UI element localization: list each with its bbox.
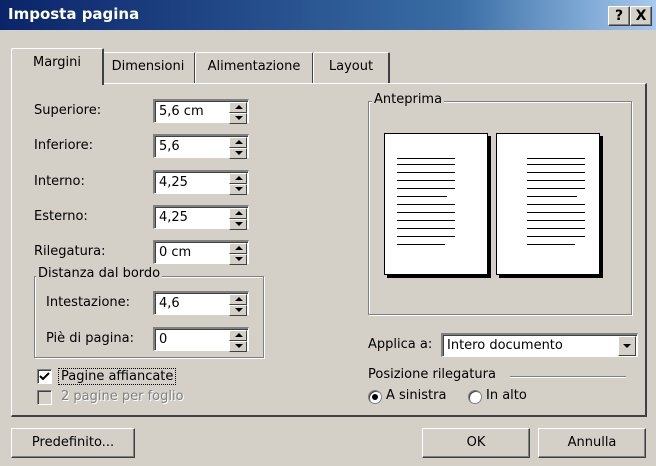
- pie-value: 0: [159, 332, 168, 347]
- tab-layout-label: Layout: [328, 59, 374, 74]
- intestazione-label: Intestazione:: [46, 295, 131, 310]
- tab-layout[interactable]: Layout: [313, 52, 390, 83]
- superiore-value: 5,6 cm: [159, 104, 204, 119]
- due-pagine-checkbox: [37, 390, 52, 405]
- spin-down-icon[interactable]: [229, 341, 247, 352]
- tab-alimentazione-label: Alimentazione: [207, 59, 301, 74]
- interno-label: Interno:: [34, 174, 85, 189]
- tab-alimentazione[interactable]: Alimentazione: [195, 52, 314, 83]
- applica-value: Intero documento: [447, 338, 563, 353]
- tab-dimensioni-label: Dimensioni: [111, 59, 185, 74]
- sinistra-label[interactable]: A sinistra: [386, 388, 446, 403]
- spin-up-icon[interactable]: [229, 208, 247, 219]
- predefinito-button[interactable]: Predefinito...: [11, 428, 135, 458]
- spin-down-icon[interactable]: [229, 219, 247, 230]
- inferiore-value: 5,6: [159, 139, 180, 154]
- spin-up-icon[interactable]: [229, 243, 247, 254]
- spin-up-icon[interactable]: [229, 173, 247, 184]
- window-title: Imposta pagina: [8, 5, 140, 23]
- tab-margini[interactable]: Margini: [11, 48, 104, 85]
- check-icon: [39, 372, 50, 381]
- rilegatura-value: 0 cm: [159, 245, 192, 260]
- intestazione-field[interactable]: 4,6: [153, 291, 249, 316]
- tab-dimensioni[interactable]: Dimensioni: [101, 52, 196, 83]
- interno-spinner[interactable]: [229, 173, 247, 195]
- annulla-button[interactable]: Annulla: [538, 428, 646, 458]
- spin-up-icon[interactable]: [229, 294, 247, 305]
- superiore-spinner[interactable]: [229, 102, 247, 124]
- radio-alto[interactable]: [468, 390, 482, 404]
- intestazione-spinner[interactable]: [229, 294, 247, 316]
- tab-margini-label: Margini: [32, 55, 81, 70]
- spin-down-icon[interactable]: [229, 254, 247, 265]
- preview-page-right: [496, 133, 600, 275]
- spin-down-icon[interactable]: [229, 305, 247, 316]
- due-pagine-label: 2 pagine per foglio: [61, 389, 184, 404]
- applica-label: Applica a:: [368, 337, 433, 352]
- superiore-label: Superiore:: [34, 103, 102, 118]
- help-button[interactable]: ?: [608, 6, 630, 26]
- pie-field[interactable]: 0: [153, 327, 249, 352]
- posizione-title: Posizione rilegatura: [368, 367, 496, 382]
- ok-button[interactable]: OK: [422, 428, 530, 458]
- close-button[interactable]: X: [630, 6, 652, 26]
- pagine-affiancate-checkbox[interactable]: [37, 369, 52, 384]
- superiore-field[interactable]: 5,6 cm: [153, 99, 249, 124]
- spin-down-icon[interactable]: [229, 148, 247, 159]
- intestazione-value: 4,6: [159, 296, 180, 311]
- applica-select[interactable]: Intero documento: [441, 333, 638, 357]
- inferiore-label: Inferiore:: [34, 138, 93, 153]
- preview-page-left: [384, 133, 488, 275]
- anteprima-title: Anteprima: [372, 92, 445, 107]
- rilegatura-label: Rilegatura:: [34, 244, 106, 259]
- pie-label: Piè di pagina:: [46, 331, 134, 346]
- esterno-label: Esterno:: [34, 209, 88, 224]
- spin-down-icon[interactable]: [229, 184, 247, 195]
- posizione-divider: [510, 376, 626, 377]
- spin-up-icon[interactable]: [229, 330, 247, 341]
- pagine-affiancate-label[interactable]: Pagine affiancate: [58, 368, 177, 385]
- pie-spinner[interactable]: [229, 330, 247, 352]
- spin-up-icon[interactable]: [229, 137, 247, 148]
- alto-label[interactable]: In alto: [486, 388, 527, 403]
- dropdown-arrow-icon[interactable]: [618, 336, 636, 356]
- inferiore-spinner[interactable]: [229, 137, 247, 159]
- radio-sinistra[interactable]: [368, 390, 382, 404]
- rilegatura-spinner[interactable]: [229, 243, 247, 265]
- interno-field[interactable]: 4,25: [153, 170, 249, 195]
- esterno-spinner[interactable]: [229, 208, 247, 230]
- inferiore-field[interactable]: 5,6: [153, 134, 249, 159]
- spin-up-icon[interactable]: [229, 102, 247, 113]
- spin-down-icon[interactable]: [229, 113, 247, 124]
- distanza-title: Distanza dal bordo: [36, 266, 163, 281]
- esterno-field[interactable]: 4,25: [153, 205, 249, 230]
- interno-value: 4,25: [159, 175, 188, 190]
- esterno-value: 4,25: [159, 210, 188, 225]
- rilegatura-field[interactable]: 0 cm: [153, 240, 249, 265]
